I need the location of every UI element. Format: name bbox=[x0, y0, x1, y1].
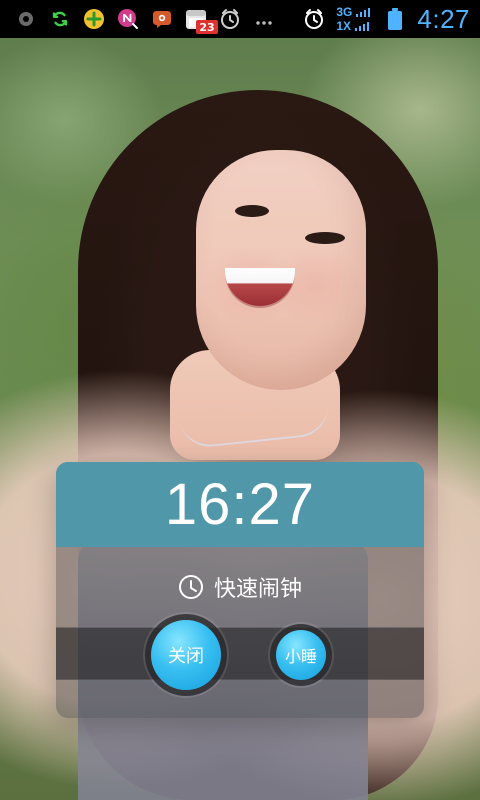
alarm-overlay-icon bbox=[218, 7, 242, 31]
alarm-header: 16:27 bbox=[56, 462, 424, 547]
app-icon-plus bbox=[82, 7, 106, 31]
status-bar-right: 3G 1X 4:27 bbox=[302, 0, 480, 38]
signal-3g-label: 3G bbox=[336, 5, 353, 19]
calendar-badge: 23 bbox=[196, 20, 218, 34]
signal-indicators: 3G 1X bbox=[336, 6, 373, 32]
alarm-label: 快速闹钟 bbox=[213, 577, 302, 602]
signal-bars-icon bbox=[356, 8, 371, 17]
record-icon bbox=[14, 7, 38, 31]
signal-bars-icon bbox=[355, 22, 370, 31]
alarm-action-bar bbox=[56, 627, 424, 680]
signal-1x-label: 1X bbox=[336, 19, 352, 33]
alarm-dialog: 16:27 快速闹钟 关闭 小睡 bbox=[56, 462, 424, 718]
notification-n-icon bbox=[116, 7, 140, 31]
close-alarm-button[interactable]: 关闭 bbox=[151, 620, 221, 690]
signal-3g-row: 3G bbox=[336, 6, 373, 18]
wallpaper-eye-right bbox=[305, 232, 345, 244]
close-alarm-button-label: 关闭 bbox=[168, 646, 204, 667]
more-icon bbox=[252, 7, 276, 31]
status-time: 4:27 bbox=[417, 3, 470, 34]
battery-icon bbox=[383, 7, 407, 31]
sync-icon bbox=[48, 7, 72, 31]
alarm-clock-icon bbox=[302, 7, 326, 31]
weibo-icon bbox=[150, 7, 174, 31]
status-bar: 23 3G 1X 4:27 bbox=[0, 0, 480, 38]
status-bar-left: 23 bbox=[0, 0, 276, 38]
signal-1x-row: 1X bbox=[336, 20, 373, 32]
snooze-button-label: 小睡 bbox=[284, 647, 317, 666]
alarm-time: 16:27 bbox=[164, 472, 316, 537]
alarm-label-row: 快速闹钟 bbox=[56, 547, 424, 627]
clock-icon bbox=[178, 574, 204, 600]
snooze-button[interactable]: 小睡 bbox=[276, 630, 326, 680]
wallpaper-eye-left bbox=[235, 205, 269, 217]
